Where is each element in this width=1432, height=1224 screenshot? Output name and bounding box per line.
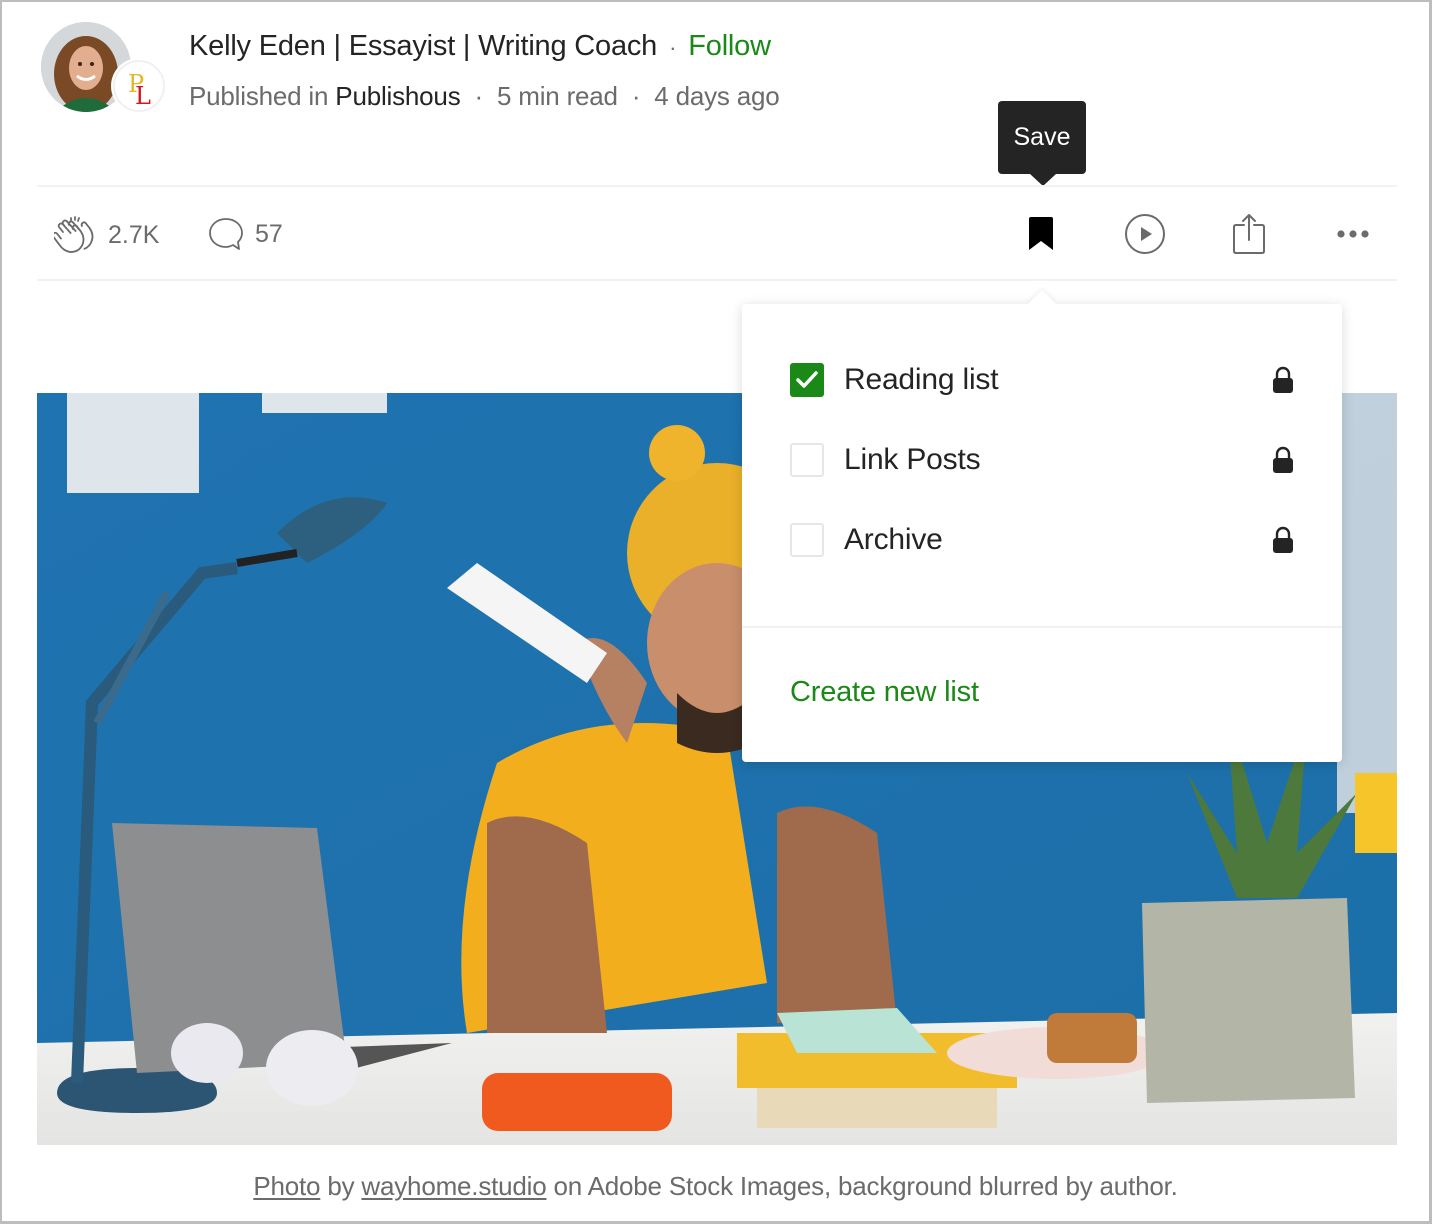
author-name[interactable]: Kelly Eden | Essayist | Writing Coach (189, 30, 657, 62)
speech-bubble-icon (209, 218, 243, 250)
more-button[interactable] (1331, 212, 1375, 256)
play-circle-icon (1125, 214, 1165, 254)
list-label: Archive (844, 523, 943, 556)
responses-button[interactable]: 57 (207, 215, 283, 253)
published-in-label: Published in (189, 81, 329, 111)
posted-date: 4 days ago (654, 81, 780, 111)
article-meta: Published in Publishous · 5 min read · 4 day… (189, 81, 780, 112)
separator-dot: · (474, 81, 484, 111)
popover-divider (742, 626, 1342, 628)
list-checkbox[interactable] (790, 443, 824, 477)
save-to-list-popover: Reading list Link Posts Archive Create n… (742, 289, 1342, 762)
publishous-logo-icon: P L (128, 70, 151, 110)
publication-link[interactable]: Publishous (335, 81, 460, 111)
listen-button[interactable] (1123, 212, 1167, 256)
create-new-list-button[interactable]: Create new list (790, 676, 979, 709)
action-bar-bottom-divider (37, 279, 1397, 281)
popover-arrow (1027, 289, 1057, 319)
article-card: P L Kelly Eden | Essayist | Writing Coac… (2, 2, 1429, 1221)
clap-count: 2.7K (108, 220, 160, 249)
lock-icon (1273, 446, 1293, 473)
more-horizontal-icon (1337, 230, 1369, 238)
clap-button[interactable]: 2.7K (54, 215, 159, 255)
caption-text: on Adobe Stock Images, background blurre… (553, 1171, 1178, 1201)
list-option-archive[interactable]: Archive (790, 520, 1294, 560)
list-option-link-posts[interactable]: Link Posts (790, 440, 1294, 480)
checkmark-icon (796, 371, 818, 388)
photo-link[interactable]: Photo (253, 1171, 320, 1201)
read-time: 5 min read (496, 81, 618, 111)
list-label: Reading list (844, 363, 999, 396)
tooltip-label: Save (1013, 123, 1071, 151)
clap-icon (54, 216, 94, 253)
image-caption: Photo by wayhome.studio on Adobe Stock I… (2, 1171, 1429, 1202)
author-line: Kelly Eden | Essayist | Writing Coach · Fo… (189, 30, 771, 63)
save-tooltip: Save (998, 101, 1086, 186)
response-count: 57 (255, 219, 283, 248)
publication-logo[interactable]: P L (113, 60, 165, 112)
bookmark-filled-icon (1029, 217, 1053, 250)
photographer-link[interactable]: wayhome.studio (361, 1171, 546, 1201)
list-option-reading-list[interactable]: Reading list (790, 360, 1294, 400)
separator-dot: · (631, 81, 641, 111)
follow-button[interactable]: Follow (688, 30, 771, 62)
lock-icon (1273, 366, 1293, 393)
save-button[interactable] (1019, 212, 1063, 256)
caption-by: by (327, 1171, 355, 1201)
separator-dot: · (669, 35, 677, 60)
share-icon (1233, 214, 1265, 254)
list-label: Link Posts (844, 443, 981, 476)
share-button[interactable] (1227, 212, 1271, 256)
action-bar-top-divider (37, 185, 1397, 187)
lock-icon (1273, 526, 1293, 553)
svg-text:L: L (135, 82, 151, 110)
list-checkbox-checked[interactable] (790, 363, 824, 397)
list-checkbox[interactable] (790, 523, 824, 557)
